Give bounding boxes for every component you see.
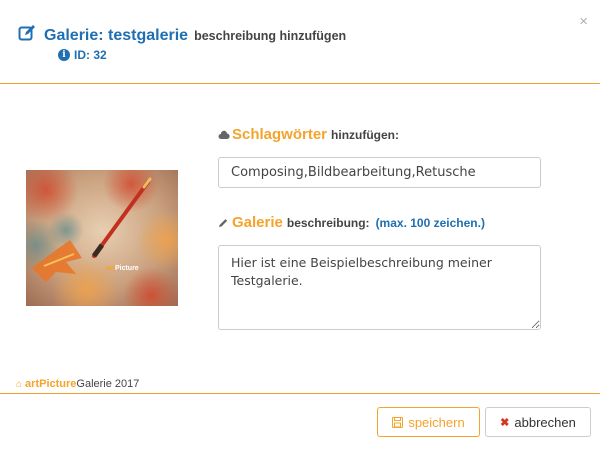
home-icon: ⌂ — [16, 378, 23, 390]
title-subtext: beschreibung hinzufügen — [194, 29, 347, 43]
thumbnail-image: artPicture — [26, 170, 178, 306]
description-textarea[interactable]: Hier ist eine Beispielbeschreibung meine… — [218, 245, 541, 330]
save-label: speichern — [408, 414, 465, 430]
modal-header: Galerie: testgalerie beschreibung hinzuf… — [0, 0, 600, 84]
cancel-button[interactable]: ✖ abbrechen — [485, 407, 591, 437]
description-label-rest: beschreibung: — [286, 216, 370, 230]
floppy-disk-icon — [392, 416, 404, 428]
description-hint: (max. 100 zeichen.) — [375, 216, 485, 230]
edit-gallery-modal: Galerie: testgalerie beschreibung hinzuf… — [0, 0, 600, 453]
gallery-title: Galerie: testgalerie — [44, 27, 189, 44]
cloud-icon — [218, 130, 230, 139]
info-icon: i — [58, 49, 70, 61]
description-label: Galerie beschreibung: (max. 100 zeichen.… — [218, 214, 485, 231]
tags-label: Schlagwörter hinzufügen: — [218, 126, 399, 143]
thumbnail-caption: Picture — [115, 265, 139, 272]
description-label-accent: Galerie — [232, 214, 283, 231]
tags-label-accent: Schlagwörter — [232, 126, 328, 143]
pencil-icon — [219, 219, 228, 227]
edit-icon — [18, 25, 35, 41]
footer-divider — [0, 393, 600, 394]
brand-footer: ⌂ artPicture Galerie 2017 — [16, 378, 139, 390]
brand-rest: Galerie 2017 — [76, 378, 140, 390]
gallery-thumbnail: artPicture — [26, 170, 178, 306]
cancel-label: abbrechen — [514, 414, 576, 430]
gallery-id-text: ID: 32 — [74, 48, 107, 62]
modal-title: Galerie: testgalerie beschreibung hinzuf… — [18, 22, 346, 45]
close-button[interactable]: × — [579, 14, 588, 29]
tags-input[interactable] — [218, 157, 541, 188]
tags-label-rest: hinzufügen: — [331, 128, 400, 142]
close-icon: ✖ — [500, 416, 510, 429]
svg-text:artPicture: artPicture — [106, 265, 139, 272]
brand-accent: artPicture — [25, 378, 77, 390]
gallery-id: i ID: 32 — [58, 48, 107, 62]
save-button[interactable]: speichern — [377, 407, 480, 437]
